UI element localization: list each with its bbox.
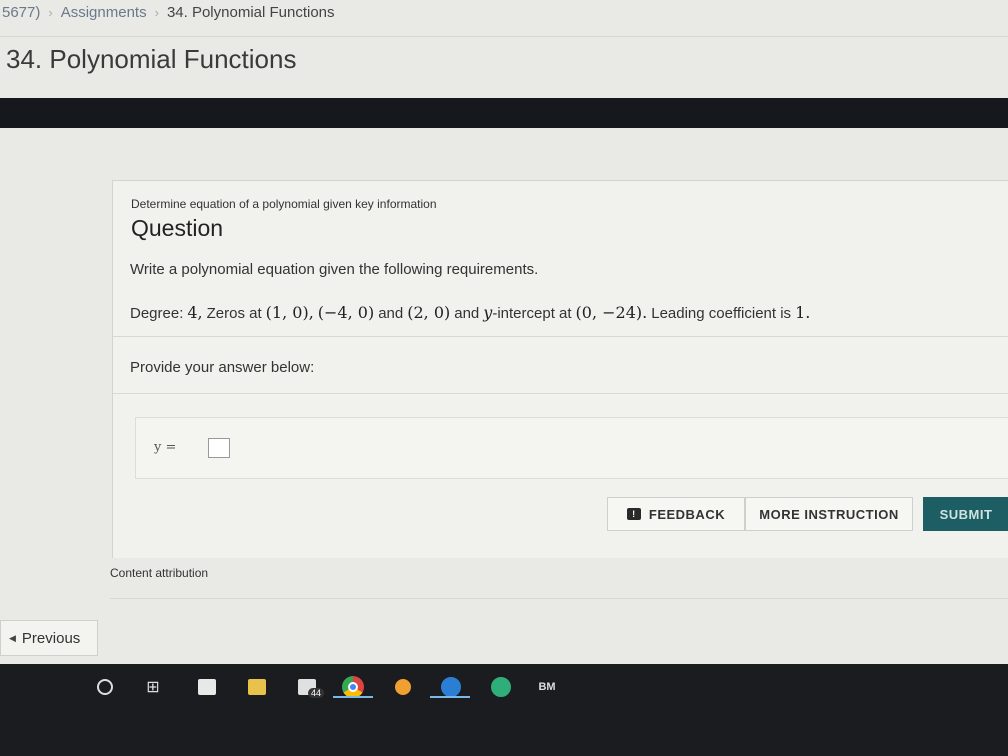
answer-input[interactable]	[208, 438, 230, 458]
and-text: and	[454, 305, 480, 322]
breadcrumb-item-current: 34. Polynomial Functions	[166, 3, 335, 21]
section-divider	[113, 393, 1008, 394]
question-subtitle: Determine equation of a polynomial given…	[131, 197, 437, 211]
question-card: Determine equation of a polynomial given…	[112, 180, 1008, 558]
previous-button[interactable]: ◀ Previous	[0, 620, 98, 656]
breadcrumb-item-assignments[interactable]: Assignments	[61, 4, 147, 21]
caret-left-icon: ◀	[9, 632, 16, 643]
breadcrumb-separator: ›	[48, 4, 53, 20]
clock-app-icon[interactable]	[390, 674, 416, 700]
bm-app-icon[interactable]: BM	[534, 674, 560, 700]
file-explorer-icon[interactable]	[244, 674, 270, 700]
intercept-label: -intercept at	[492, 305, 572, 322]
leading-coefficient-value: 1.	[795, 303, 811, 322]
active-indicator	[333, 696, 373, 698]
intercept-value: (0, −24).	[575, 303, 648, 322]
attribution-divider	[110, 598, 1008, 599]
previous-label: Previous	[21, 629, 81, 647]
question-heading: Question	[131, 215, 224, 241]
y-variable: y	[483, 303, 493, 322]
answer-area: y =	[135, 417, 1008, 479]
feedback-icon: !	[626, 508, 641, 520]
task-view-icon[interactable]: ⊞	[140, 674, 166, 700]
content-attribution-link[interactable]: Content attribution	[110, 566, 208, 580]
page-title: 34. Polynomial Functions	[6, 44, 297, 74]
and-text: and	[378, 305, 404, 322]
start-circle-icon[interactable]	[92, 674, 118, 700]
question-text: Write a polynomial equation given the fo…	[130, 261, 539, 278]
toolbar-band	[0, 98, 1008, 128]
submit-button[interactable]: SUBMIT	[923, 497, 1008, 531]
store-icon[interactable]	[194, 674, 220, 700]
degree-value: 4,	[187, 303, 203, 322]
calculator-icon[interactable]	[488, 674, 514, 700]
zero-1: (1, 0),	[265, 303, 314, 322]
feedback-button[interactable]: ! FEEDBACK	[607, 497, 745, 531]
breadcrumb-item-course[interactable]: 5677)	[2, 4, 40, 21]
answer-prompt: Provide your answer below:	[130, 359, 315, 376]
section-divider	[113, 336, 1008, 337]
breadcrumb-separator: ›	[154, 4, 159, 20]
feedback-label: FEEDBACK	[648, 506, 726, 522]
leading-coefficient-label: Leading coefficient is	[651, 305, 792, 322]
degree-label: Degree:	[130, 305, 184, 322]
header-divider	[0, 36, 1008, 37]
mail-badge: 44	[308, 688, 325, 698]
mail-icon[interactable]: 44	[294, 674, 325, 700]
breadcrumb: 5677) › Assignments › 34. Polynomial Fun…	[0, 0, 1008, 24]
taskbar: ⊞ 44 BM	[0, 664, 1008, 756]
zeros-label: Zeros at	[206, 305, 262, 322]
zero-2: (−4, 0)	[317, 303, 375, 322]
answer-label: y =	[154, 440, 177, 455]
more-instruction-button[interactable]: MORE INSTRUCTION	[745, 497, 913, 531]
active-indicator	[430, 696, 470, 698]
question-requirements: Degree: 4, Zeros at (1, 0), (−4, 0) and …	[130, 303, 810, 322]
zero-3: (2, 0)	[407, 303, 451, 322]
